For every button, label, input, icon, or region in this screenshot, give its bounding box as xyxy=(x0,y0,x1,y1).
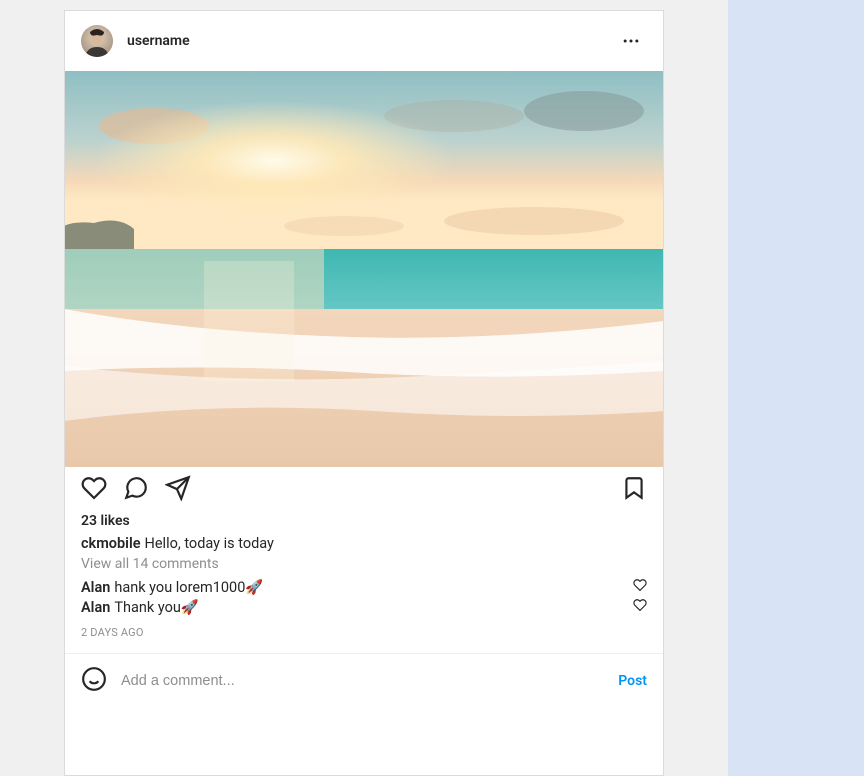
content-column: username xyxy=(0,0,728,776)
bookmark-button[interactable] xyxy=(621,475,647,501)
bookmark-icon xyxy=(621,475,647,501)
more-horizontal-icon xyxy=(621,31,641,51)
post-comment-button[interactable]: Post xyxy=(618,673,647,689)
comment-row: Alan Thank you🚀 xyxy=(81,598,647,616)
comment-author[interactable]: Alan xyxy=(81,599,110,616)
post-image[interactable] xyxy=(65,71,663,467)
more-options-button[interactable] xyxy=(615,25,647,57)
heart-icon xyxy=(633,598,647,612)
avatar[interactable] xyxy=(81,25,113,57)
likes-count[interactable]: 23 likes xyxy=(81,513,647,529)
comment-button[interactable] xyxy=(123,475,149,501)
comment-like-button[interactable] xyxy=(633,578,647,596)
smile-icon xyxy=(81,666,107,692)
like-button[interactable] xyxy=(81,475,107,501)
share-button[interactable] xyxy=(165,475,191,501)
comment-icon xyxy=(123,475,149,501)
comment-author[interactable]: Alan xyxy=(81,579,110,596)
comment-text: Thank you🚀 xyxy=(114,599,199,616)
post-actions xyxy=(65,467,663,507)
caption-author[interactable]: ckmobile xyxy=(81,535,141,552)
caption-text: Hello, today is today xyxy=(145,535,274,552)
view-all-comments[interactable]: View all 14 comments xyxy=(81,556,647,572)
caption-row: ckmobileHello, today is today xyxy=(81,535,647,552)
post-header: username xyxy=(65,11,663,71)
comment-like-button[interactable] xyxy=(633,598,647,616)
comment-row: Alan hank you lorem1000🚀 xyxy=(81,578,647,596)
post-card: username xyxy=(64,10,664,776)
comment-input[interactable] xyxy=(121,673,618,689)
post-timestamp: 2 DAYS AGO xyxy=(81,626,647,639)
add-comment-bar: Post xyxy=(65,653,663,708)
comment-text: hank you lorem1000🚀 xyxy=(114,579,263,596)
emoji-button[interactable] xyxy=(81,666,107,696)
post-body: 23 likes ckmobileHello, today is today V… xyxy=(65,507,663,653)
heart-icon xyxy=(81,475,107,501)
post-author-username[interactable]: username xyxy=(127,33,190,49)
send-icon xyxy=(165,475,191,501)
side-panel xyxy=(728,0,864,776)
heart-icon xyxy=(633,578,647,592)
